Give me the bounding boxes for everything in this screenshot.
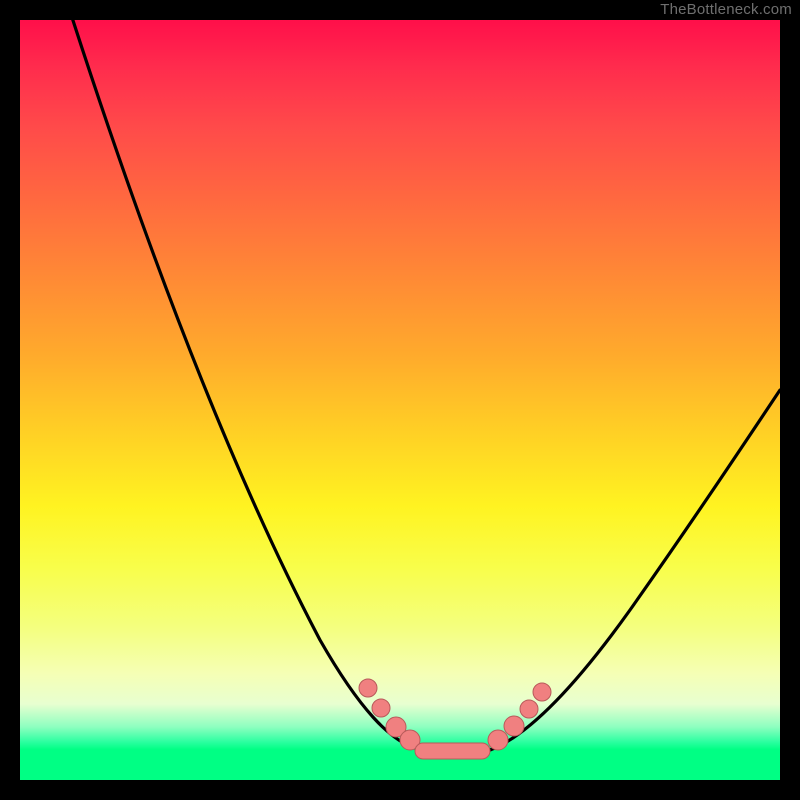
valley-markers	[359, 679, 551, 759]
plot-area	[20, 20, 780, 780]
curve-left-arm	[60, 20, 415, 748]
attribution-text: TheBottleneck.com	[660, 0, 792, 20]
chart-frame: TheBottleneck.com	[0, 0, 800, 800]
bottleneck-curve-svg	[20, 20, 780, 780]
